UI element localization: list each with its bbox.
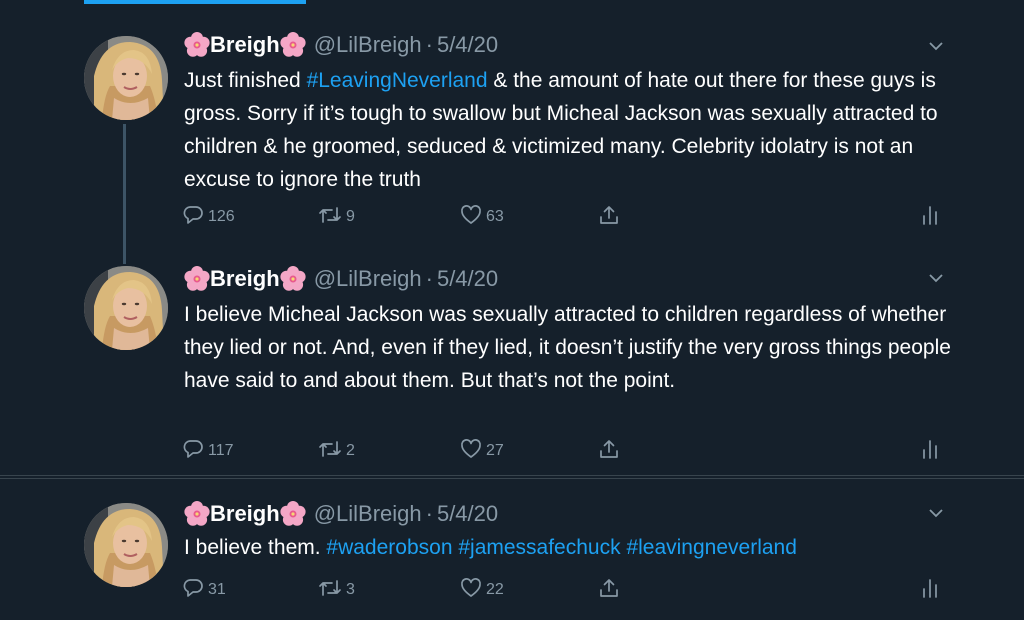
user-handle[interactable]: @LilBreigh bbox=[314, 32, 422, 58]
tweet[interactable]: Breigh @LilBreigh · 5/4/20 I believe the… bbox=[0, 478, 1024, 620]
tweet-date[interactable]: 5/4/20 bbox=[437, 501, 498, 527]
display-name[interactable]: Breigh bbox=[184, 266, 306, 292]
tweet-header: Breigh @LilBreigh · 5/4/20 bbox=[184, 501, 498, 527]
like-button[interactable]: 22 bbox=[460, 577, 504, 599]
retweet-count: 2 bbox=[346, 442, 355, 459]
retweet-icon bbox=[319, 207, 341, 223]
display-name[interactable]: Breigh bbox=[184, 501, 306, 527]
tweet-header: Breigh @LilBreigh · 5/4/20 bbox=[184, 32, 498, 58]
reply-icon bbox=[183, 579, 203, 597]
avatar[interactable] bbox=[84, 36, 168, 120]
like-button[interactable]: 27 bbox=[460, 438, 504, 460]
share-icon bbox=[600, 579, 618, 597]
tweet-actions: 31 3 22 bbox=[182, 577, 942, 603]
separator-dot: · bbox=[425, 266, 433, 291]
tweet-header: Breigh @LilBreigh · 5/4/20 bbox=[184, 266, 498, 292]
tweet-text: I believe them. #waderobson #jamessafech… bbox=[184, 536, 797, 559]
display-name[interactable]: Breigh bbox=[184, 32, 306, 58]
chevron-down-icon[interactable] bbox=[928, 38, 944, 54]
tweet[interactable]: Breigh @LilBreigh · 5/4/20 I believe Mic… bbox=[0, 238, 1024, 476]
share-button[interactable] bbox=[598, 438, 620, 460]
user-handle[interactable]: @LilBreigh bbox=[314, 266, 422, 292]
user-handle[interactable]: @LilBreigh bbox=[314, 501, 422, 527]
share-icon bbox=[600, 440, 618, 458]
reply-button[interactable]: 117 bbox=[182, 438, 234, 460]
heart-icon bbox=[461, 439, 481, 458]
heart-icon bbox=[461, 205, 481, 224]
hashtag-link[interactable]: #jamessafechuck bbox=[458, 536, 620, 559]
cherry-blossom-icon bbox=[184, 32, 210, 58]
hashtag-link[interactable]: #LeavingNeverland bbox=[307, 69, 488, 92]
share-button[interactable] bbox=[598, 204, 620, 226]
hashtag-link[interactable]: #waderobson bbox=[326, 536, 452, 559]
cherry-blossom-icon bbox=[184, 266, 210, 292]
cherry-blossom-icon bbox=[280, 266, 306, 292]
tweet-date[interactable]: 5/4/20 bbox=[437, 266, 498, 292]
separator-dot: · bbox=[425, 32, 433, 57]
display-name-text: Breigh bbox=[210, 266, 280, 291]
heart-icon bbox=[461, 578, 481, 597]
chevron-down-icon[interactable] bbox=[928, 505, 944, 521]
reply-count: 126 bbox=[208, 208, 235, 225]
cherry-blossom-icon bbox=[280, 501, 306, 527]
retweet-button[interactable]: 3 bbox=[318, 577, 355, 599]
reply-icon bbox=[183, 440, 203, 458]
like-button[interactable]: 63 bbox=[460, 204, 504, 226]
analytics-button[interactable] bbox=[920, 204, 940, 226]
reply-count: 31 bbox=[208, 581, 226, 598]
cherry-blossom-icon bbox=[184, 501, 210, 527]
share-icon bbox=[600, 206, 618, 224]
reply-count: 117 bbox=[208, 442, 234, 459]
analytics-icon bbox=[923, 440, 937, 459]
avatar[interactable] bbox=[84, 266, 168, 350]
like-count: 27 bbox=[486, 442, 504, 459]
tweet-actions: 117 2 27 bbox=[182, 438, 942, 464]
tweet-text: Just finished #LeavingNeverland & the am… bbox=[184, 69, 938, 191]
analytics-button[interactable] bbox=[920, 577, 940, 599]
retweet-icon bbox=[319, 580, 341, 596]
retweet-count: 9 bbox=[346, 208, 355, 225]
reply-icon bbox=[183, 206, 203, 224]
reply-button[interactable]: 31 bbox=[182, 577, 226, 599]
separator-dot: · bbox=[425, 501, 433, 526]
analytics-icon bbox=[923, 206, 937, 225]
display-name-text: Breigh bbox=[210, 501, 280, 526]
share-button[interactable] bbox=[598, 577, 620, 599]
retweet-icon bbox=[319, 441, 341, 457]
retweet-button[interactable]: 9 bbox=[318, 204, 355, 226]
tweet-text: I believe Micheal Jackson was sexually a… bbox=[184, 303, 951, 392]
analytics-icon bbox=[923, 579, 937, 598]
analytics-button[interactable] bbox=[920, 438, 940, 460]
chevron-down-icon[interactable] bbox=[928, 270, 944, 286]
avatar[interactable] bbox=[84, 503, 168, 587]
like-count: 63 bbox=[486, 208, 504, 225]
retweet-button[interactable]: 2 bbox=[318, 438, 355, 460]
tweet[interactable]: Breigh @LilBreigh · 5/4/20 Just finished… bbox=[0, 0, 1024, 238]
retweet-count: 3 bbox=[346, 581, 355, 598]
cherry-blossom-icon bbox=[280, 32, 306, 58]
hashtag-link[interactable]: #leavingneverland bbox=[626, 536, 796, 559]
like-count: 22 bbox=[486, 581, 504, 598]
reply-button[interactable]: 126 bbox=[182, 204, 235, 226]
tweet-date[interactable]: 5/4/20 bbox=[437, 32, 498, 58]
tweet-actions: 126 9 63 bbox=[182, 204, 942, 230]
display-name-text: Breigh bbox=[210, 32, 280, 57]
